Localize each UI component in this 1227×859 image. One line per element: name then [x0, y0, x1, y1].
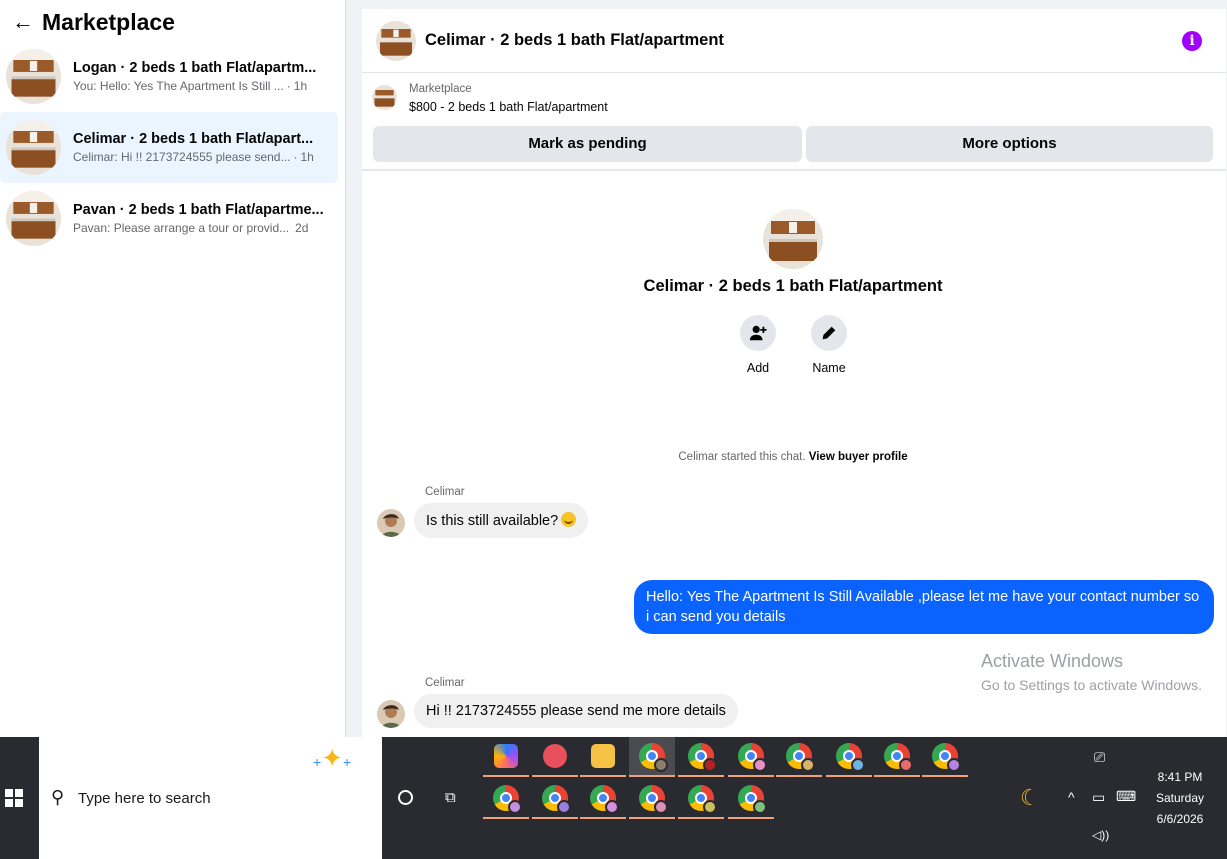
volume-icon[interactable]: ◁)): [1092, 828, 1109, 842]
chrome-profile-icon[interactable]: [629, 737, 675, 777]
profile-name: Celimar · 2 beds 1 bath Flat/apartment: [643, 277, 943, 295]
watermark-line2: Go to Settings to activate Windows.: [981, 677, 1202, 693]
conversation-title: Logan · 2 beds 1 bath Flat/apartm...: [73, 60, 317, 76]
listing-thumbnail: [6, 49, 61, 104]
sender-avatar[interactable]: [377, 700, 405, 728]
taskbar-search-box[interactable]: ⚲ Type here to search +✦+: [39, 737, 382, 859]
chrome-profile-icon[interactable]: [728, 737, 774, 777]
sender-avatar[interactable]: [377, 509, 405, 537]
chat-panel: Celimar · 2 beds 1 bath Flat/apartment i…: [362, 9, 1226, 737]
smile-emoji-icon: [561, 512, 577, 527]
back-arrow-icon[interactable]: ←: [12, 9, 42, 35]
windows-start-icon[interactable]: [5, 789, 23, 807]
chrome-profile-icon[interactable]: [874, 737, 920, 777]
chrome-profile-icon[interactable]: [629, 779, 675, 819]
chrome-profile-icon[interactable]: [580, 779, 626, 819]
profile-avatar: [763, 209, 823, 269]
cortana-icon[interactable]: [398, 790, 413, 805]
message-bubble-incoming: Is this still available?: [414, 503, 589, 538]
message-bubble-outgoing: Hello: Yes The Apartment Is Still Availa…: [634, 580, 1214, 634]
name-button[interactable]: Name: [799, 315, 859, 375]
listing-banner: Marketplace $800 - 2 beds 1 bath Flat/ap…: [362, 73, 1226, 171]
clock-day: Saturday: [1155, 791, 1205, 805]
keyboard-icon[interactable]: ⌨: [1116, 788, 1136, 805]
clock-time: 8:41 PM: [1157, 770, 1203, 784]
sidebar-title: Marketplace: [42, 8, 175, 35]
windows-taskbar: ⚲ Type here to search +✦+ ⧉ ☾ ⎚ ^ ▭ ⌨ ◁)…: [0, 737, 1227, 859]
conversation-title: Pavan · 2 beds 1 bath Flat/apartme...: [73, 202, 324, 218]
message-text: Is this still available?: [426, 513, 559, 529]
conversation-title: Celimar · 2 beds 1 bath Flat/apart...: [73, 131, 314, 147]
separator-dot: ·: [286, 79, 291, 93]
clock-date: 6/6/2026: [1156, 812, 1204, 826]
snipping-app-icon[interactable]: [532, 737, 578, 777]
conversation-preview: Celimar: Hi !! 2173724555 please send...: [73, 150, 291, 164]
conversation-item-logan[interactable]: Logan · 2 beds 1 bath Flat/apartm... You…: [0, 41, 338, 112]
pencil-icon: [811, 315, 847, 351]
more-options-button[interactable]: More options: [806, 126, 1213, 162]
task-view-icon[interactable]: ⧉: [445, 789, 456, 806]
message-sender: Celimar: [425, 486, 465, 498]
night-light-icon[interactable]: ☾: [1020, 785, 1040, 811]
chat-started-notice: Celimar started this chat. View buyer pr…: [362, 451, 1224, 463]
view-buyer-profile-link[interactable]: View buyer profile: [809, 451, 908, 463]
separator-dot: ·: [293, 150, 298, 164]
chrome-profile-icon[interactable]: [728, 779, 774, 819]
listing-thumbnail: [6, 120, 61, 175]
conversation-preview: You: Hello: Yes The Apartment Is Still .…: [73, 79, 284, 93]
copilot-app-icon[interactable]: [483, 737, 529, 777]
chat-title[interactable]: Celimar · 2 beds 1 bath Flat/apartment: [425, 31, 724, 50]
chrome-profile-icon[interactable]: [678, 779, 724, 819]
add-person-icon: [740, 315, 776, 351]
listing-source: Marketplace: [409, 83, 472, 95]
conversation-time: 2d: [295, 221, 309, 235]
message-sender: Celimar: [425, 677, 465, 689]
conversation-item-pavan[interactable]: Pavan · 2 beds 1 bath Flat/apartme... Pa…: [0, 183, 338, 254]
started-text: Celimar started this chat.: [678, 451, 806, 463]
mark-as-pending-button[interactable]: Mark as pending: [373, 126, 802, 162]
conversation-item-celimar[interactable]: Celimar · 2 beds 1 bath Flat/apart... Ce…: [0, 112, 338, 183]
name-label: Name: [812, 361, 846, 375]
file-explorer-icon[interactable]: [580, 737, 626, 777]
activate-windows-watermark: Activate Windows Go to Settings to activ…: [981, 651, 1202, 693]
listing-thumbnail[interactable]: [372, 85, 397, 110]
chat-avatar[interactable]: [376, 20, 416, 61]
watermark-line1: Activate Windows: [981, 651, 1124, 671]
chrome-profile-icon[interactable]: [826, 737, 872, 777]
search-placeholder: Type here to search: [78, 790, 211, 807]
chat-header: Celimar · 2 beds 1 bath Flat/apartment i: [362, 9, 1226, 73]
search-icon: ⚲: [51, 787, 65, 807]
chrome-profile-icon[interactable]: [483, 779, 529, 819]
add-label: Add: [746, 361, 770, 375]
copilot-sparkle-icon[interactable]: +✦+: [313, 743, 351, 774]
chrome-profile-icon[interactable]: [922, 737, 968, 777]
info-icon[interactable]: i: [1182, 31, 1202, 51]
sidebar-header: ← Marketplace: [0, 0, 345, 44]
conversation-time: 1h: [293, 79, 308, 93]
add-person-button[interactable]: Add: [728, 315, 788, 375]
meet-now-icon[interactable]: ⎚: [1094, 749, 1105, 766]
message-bubble-incoming: Hi !! 2173724555 please send me more det…: [414, 694, 738, 728]
listing-price-title[interactable]: $800 - 2 beds 1 bath Flat/apartment: [409, 100, 608, 114]
conversation-preview: Pavan: Please arrange a tour or provid..…: [73, 221, 290, 235]
listing-thumbnail: [6, 191, 61, 246]
conversation-time: 1h: [300, 150, 314, 164]
chrome-profile-icon[interactable]: [776, 737, 822, 777]
system-clock[interactable]: 8:41 PM Saturday 6/6/2026: [1150, 767, 1210, 830]
chrome-profile-icon[interactable]: [532, 779, 578, 819]
chrome-profile-icon[interactable]: [678, 737, 724, 777]
chevron-up-icon[interactable]: ^: [1068, 789, 1075, 805]
conversation-sidebar: ← Marketplace Logan · 2 beds 1 bath Flat…: [0, 0, 346, 737]
network-icon[interactable]: ▭: [1092, 789, 1105, 806]
